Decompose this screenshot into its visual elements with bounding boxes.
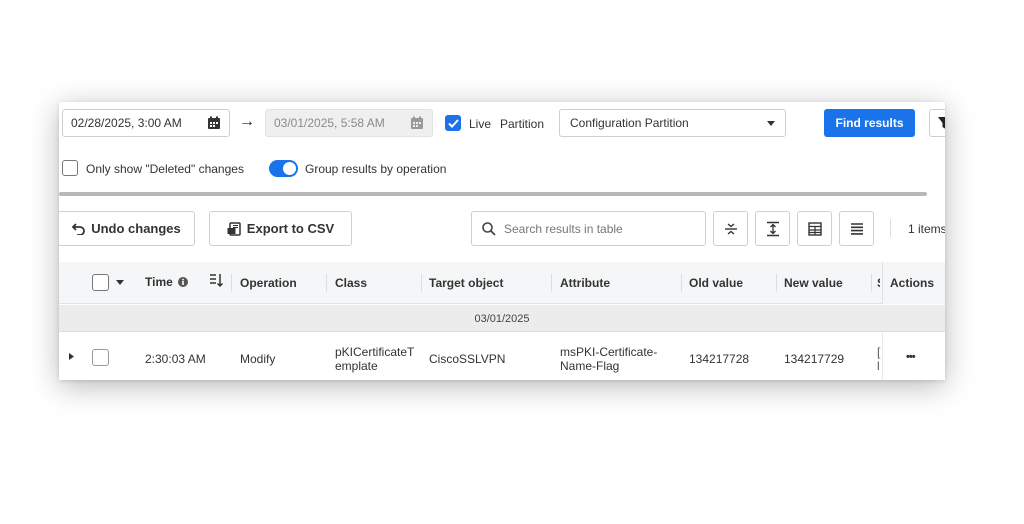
audit-changes-panel: 02/28/2025, 3:00 AM → 03/01/2025, 5:58 A…	[59, 102, 945, 380]
undo-changes-button[interactable]: Undo changes	[59, 211, 195, 246]
column-layout-button[interactable]	[797, 211, 832, 246]
end-date-value: 03/01/2025, 5:58 AM	[274, 116, 385, 130]
column-header-target-object[interactable]: Target object	[429, 276, 503, 290]
column-divider	[421, 274, 422, 292]
only-deleted-checkbox[interactable]	[62, 160, 78, 176]
row-truncated-cell: [ l	[877, 345, 881, 373]
expand-rows-button[interactable]	[713, 211, 748, 246]
select-menu-caret-icon[interactable]	[116, 280, 124, 285]
column-header-old-value[interactable]: Old value	[689, 276, 743, 290]
start-date-field[interactable]: 02/28/2025, 3:00 AM	[62, 109, 230, 137]
column-header-attribute[interactable]: Attribute	[560, 276, 610, 290]
search-placeholder: Search results in table	[504, 221, 623, 236]
row-truncated-line-2: l	[877, 359, 880, 373]
group-date-row: 03/01/2025	[59, 305, 945, 332]
row-class: pKICertificateT emplate	[335, 345, 414, 373]
partition-selected-value: Configuration Partition	[570, 116, 689, 130]
more-actions-icon[interactable]: •••	[906, 351, 916, 363]
row-new-value: 134217729	[784, 352, 845, 366]
row-attribute: msPKI-Certificate- Name-Flag	[560, 345, 657, 373]
caret-down-icon	[767, 120, 775, 126]
column-header-class[interactable]: Class	[335, 276, 367, 290]
column-divider	[776, 274, 777, 292]
filter-icon	[938, 117, 945, 129]
list-density-icon	[850, 222, 863, 235]
live-label: Live	[469, 117, 492, 131]
export-csv-label: Export to CSV	[246, 221, 335, 236]
partition-select[interactable]: Configuration Partition	[559, 109, 786, 137]
live-checkbox[interactable]	[445, 115, 461, 131]
row-height-icon	[766, 221, 779, 236]
select-all-checkbox[interactable]	[92, 274, 109, 291]
range-arrow-icon: →	[239, 113, 255, 130]
undo-icon	[72, 222, 86, 235]
items-count: 1 items	[908, 222, 945, 236]
column-header-time-label: Time	[145, 275, 173, 289]
row-truncated-line-1: [	[877, 345, 881, 359]
row-attribute-line-1: msPKI-Certificate-	[560, 345, 658, 359]
row-checkbox[interactable]	[92, 349, 109, 366]
expand-collapse-icon	[724, 222, 737, 235]
column-header-time[interactable]: Time	[145, 275, 188, 289]
row-class-line-1: pKICertificateT	[335, 345, 415, 359]
column-divider	[551, 274, 552, 292]
toggle-knob	[283, 162, 296, 175]
only-deleted-label: Only show "Deleted" changes	[86, 162, 244, 176]
partition-label: Partition	[500, 117, 545, 131]
column-divider	[681, 274, 682, 292]
column-header-truncated[interactable]: S	[877, 276, 880, 290]
table-search-input[interactable]: Search results in table	[471, 211, 706, 246]
sort-descending-icon[interactable]	[210, 273, 224, 288]
column-header-actions: Actions	[890, 276, 935, 290]
row-target-object: CiscoSSLVPN	[429, 352, 506, 366]
column-divider	[326, 274, 327, 292]
group-by-operation-label: Group results by operation	[305, 162, 447, 176]
checkmark-icon	[447, 118, 459, 128]
column-header-new-value[interactable]: New value	[784, 276, 843, 290]
export-file-icon	[227, 221, 241, 236]
row-attribute-line-2: Name-Flag	[560, 359, 620, 373]
row-operation: Modify	[240, 352, 276, 366]
end-date-field: 03/01/2025, 5:58 AM	[265, 109, 433, 137]
column-divider	[231, 274, 232, 292]
row-height-button[interactable]	[755, 211, 790, 246]
start-date-value: 02/28/2025, 3:00 AM	[71, 116, 182, 130]
undo-changes-label: Undo changes	[91, 221, 181, 236]
loading-progress-bar	[59, 192, 927, 196]
export-csv-button[interactable]: Export to CSV	[209, 211, 352, 246]
table-columns-icon	[807, 221, 822, 236]
row-time: 2:30:03 AM	[145, 352, 206, 366]
expand-row-caret-icon[interactable]	[69, 353, 74, 360]
calendar-icon[interactable]	[207, 116, 221, 130]
filter-button[interactable]	[929, 109, 945, 137]
column-divider	[871, 274, 872, 292]
group-date-label: 03/01/2025	[474, 313, 530, 325]
column-header-operation[interactable]: Operation	[240, 276, 297, 290]
info-icon[interactable]	[177, 277, 188, 287]
group-by-operation-toggle[interactable]	[269, 160, 298, 177]
row-class-line-2: emplate	[335, 359, 378, 373]
row-old-value: 134217728	[689, 352, 750, 366]
find-results-button[interactable]: Find results	[824, 109, 915, 137]
calendar-icon	[411, 116, 423, 129]
toolbar-divider	[890, 219, 891, 237]
search-icon	[482, 221, 496, 236]
density-button[interactable]	[839, 211, 874, 246]
